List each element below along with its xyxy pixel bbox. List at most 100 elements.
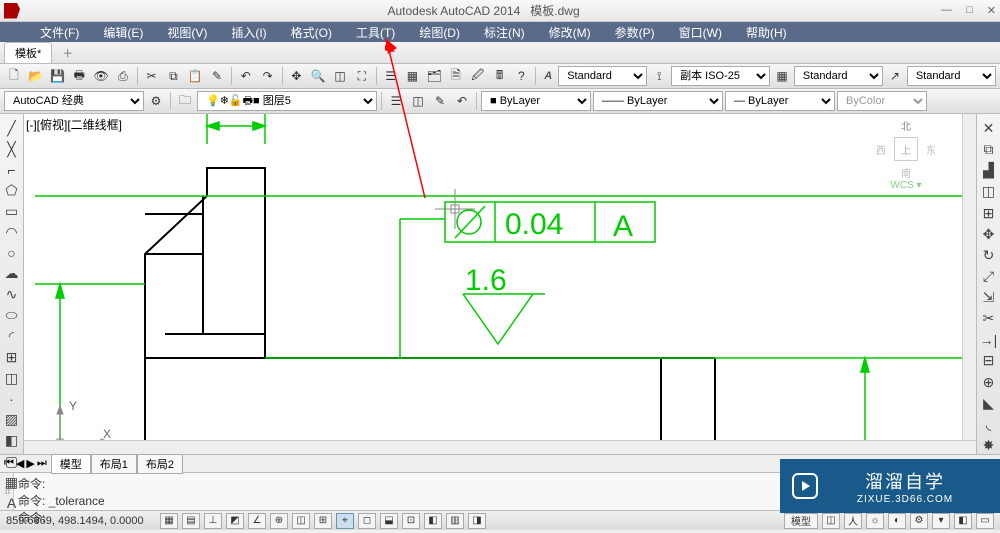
- polar-button[interactable]: ◩: [226, 513, 244, 529]
- h-scrollbar[interactable]: [24, 440, 976, 454]
- design-center-icon[interactable]: ▦: [402, 66, 422, 86]
- offset-icon[interactable]: ◫: [979, 183, 999, 200]
- fillet-icon[interactable]: ◟: [979, 416, 999, 433]
- mtext-icon[interactable]: A: [2, 495, 22, 511]
- drawing-canvas[interactable]: [-][俯视][二维线框] 北 西上东 南 WCS ▾: [24, 114, 976, 454]
- publish-icon[interactable]: ⎙: [113, 66, 133, 86]
- menu-modify[interactable]: 修改(M): [539, 22, 601, 43]
- menu-view[interactable]: 视图(V): [157, 22, 217, 43]
- ortho-button[interactable]: ⊥: [204, 513, 222, 529]
- break-icon[interactable]: ⊟: [979, 352, 999, 369]
- v-scrollbar[interactable]: [962, 114, 976, 440]
- tpy-button[interactable]: ⬓: [380, 513, 398, 529]
- array-icon[interactable]: ⊞: [979, 205, 999, 222]
- tool-palettes-icon[interactable]: 🗂: [424, 66, 444, 86]
- menu-insert[interactable]: 插入(I): [221, 22, 276, 43]
- status-r6-icon[interactable]: ▾: [932, 513, 950, 529]
- osnap-button[interactable]: ∠: [248, 513, 266, 529]
- layer-iso-icon[interactable]: ◫: [408, 91, 428, 111]
- workspace-settings-icon[interactable]: ⚙: [146, 91, 166, 111]
- lwt-button[interactable]: ◻: [358, 513, 376, 529]
- close-button[interactable]: ✕: [987, 4, 996, 17]
- tab-last-icon[interactable]: ⏭: [37, 457, 47, 470]
- undo-icon[interactable]: ↶: [236, 66, 256, 86]
- otrack-button[interactable]: ◫: [292, 513, 310, 529]
- ellipse-arc-icon[interactable]: ◜: [2, 328, 22, 345]
- scale-icon[interactable]: ⤢: [979, 268, 999, 285]
- plotstyle-dropdown[interactable]: ByColor: [837, 91, 927, 111]
- menu-dimension[interactable]: 标注(N): [474, 22, 535, 43]
- region-icon[interactable]: ▢: [2, 453, 22, 470]
- spline-icon[interactable]: ∿: [2, 286, 22, 303]
- sheet-set-icon[interactable]: 🗎: [446, 66, 466, 86]
- dimstyle-icon[interactable]: ⟟: [649, 66, 669, 86]
- copy-obj-icon[interactable]: ⧉: [979, 141, 999, 158]
- table-icon[interactable]: ▦: [2, 474, 22, 491]
- new-icon[interactable]: 🗋: [4, 66, 24, 86]
- plot-preview-icon[interactable]: 👁: [91, 66, 111, 86]
- ellipse-icon[interactable]: ⬭: [2, 307, 22, 324]
- snap-button[interactable]: ▦: [160, 513, 178, 529]
- explode-icon[interactable]: ✸: [979, 437, 999, 454]
- print-icon[interactable]: 🖶: [69, 66, 89, 86]
- properties-icon[interactable]: ☰: [381, 66, 401, 86]
- point-icon[interactable]: ·: [2, 391, 22, 407]
- layer-prev-icon[interactable]: ↶: [452, 91, 472, 111]
- move-icon[interactable]: ✥: [979, 226, 999, 243]
- linetype-dropdown[interactable]: —— ByLayer: [593, 91, 723, 111]
- open-icon[interactable]: 📂: [26, 66, 46, 86]
- mleader-icon[interactable]: ↗: [885, 66, 905, 86]
- block-icon[interactable]: ◫: [2, 370, 22, 387]
- match-icon[interactable]: ✎: [207, 66, 227, 86]
- dyn-button[interactable]: ⌖: [336, 513, 354, 529]
- ducs-button[interactable]: ⊞: [314, 513, 332, 529]
- tablestyle-icon[interactable]: ▦: [772, 66, 792, 86]
- revcloud-icon[interactable]: ☁: [2, 265, 22, 282]
- menu-window[interactable]: 窗口(W): [669, 22, 732, 43]
- dim-style-dropdown[interactable]: 副本 ISO-25: [671, 66, 770, 86]
- chamfer-icon[interactable]: ◣: [979, 395, 999, 412]
- layout-tab-1[interactable]: 布局1: [91, 454, 137, 474]
- markup-icon[interactable]: 🖉: [468, 66, 488, 86]
- status-r2-icon[interactable]: 人: [844, 513, 862, 529]
- status-r3-icon[interactable]: ☼: [866, 513, 884, 529]
- new-tab-button[interactable]: ＋: [56, 43, 79, 63]
- layer-properties-icon[interactable]: 🗀: [175, 91, 195, 111]
- rectangle-icon[interactable]: ▭: [2, 203, 22, 220]
- status-r1-icon[interactable]: ◫: [822, 513, 840, 529]
- line-icon[interactable]: ╱: [2, 120, 22, 137]
- extend-icon[interactable]: →|: [979, 331, 999, 348]
- color-dropdown[interactable]: ■ ByLayer: [481, 91, 591, 111]
- hatch-icon[interactable]: ▨: [2, 411, 22, 428]
- rotate-icon[interactable]: ↻: [979, 247, 999, 264]
- menu-edit[interactable]: 编辑(E): [93, 22, 153, 43]
- status-r8-icon[interactable]: ▭: [976, 513, 994, 529]
- save-icon[interactable]: 💾: [48, 66, 68, 86]
- paste-icon[interactable]: 📋: [185, 66, 205, 86]
- pline-icon[interactable]: ⌐: [2, 162, 22, 178]
- status-r5-icon[interactable]: ⚙: [910, 513, 928, 529]
- mirror-icon[interactable]: ▟: [979, 162, 999, 179]
- insert-icon[interactable]: ⊞: [2, 349, 22, 366]
- calc-icon[interactable]: 🖩: [490, 66, 510, 86]
- cut-icon[interactable]: ✂: [142, 66, 162, 86]
- menu-parametric[interactable]: 参数(P): [605, 22, 665, 43]
- table-style-dropdown[interactable]: Standard: [794, 66, 883, 86]
- layout-tab-model[interactable]: 模型: [51, 454, 91, 474]
- layer-dropdown[interactable]: 💡❄🔓🖶■ 图层5: [197, 91, 377, 111]
- stretch-icon[interactable]: ⇲: [979, 289, 999, 306]
- mleader-style-dropdown[interactable]: Standard: [907, 66, 996, 86]
- redo-icon[interactable]: ↷: [258, 66, 278, 86]
- gradient-icon[interactable]: ◧: [2, 432, 22, 449]
- menu-help[interactable]: 帮助(H): [736, 22, 797, 43]
- arc-icon[interactable]: ◠: [2, 224, 22, 241]
- tab-next-icon[interactable]: ▶: [26, 457, 34, 470]
- 3dosnap-button[interactable]: ⊕: [270, 513, 288, 529]
- view-cube[interactable]: 北 西上东 南 WCS ▾: [876, 118, 936, 198]
- menu-tools[interactable]: 工具(T): [346, 22, 405, 43]
- workspace-dropdown[interactable]: AutoCAD 经典: [4, 91, 144, 111]
- qp-button[interactable]: ⊡: [402, 513, 420, 529]
- minimize-button[interactable]: —: [941, 4, 952, 17]
- model-space-button[interactable]: 模型: [784, 513, 818, 529]
- menu-format[interactable]: 格式(O): [281, 22, 342, 43]
